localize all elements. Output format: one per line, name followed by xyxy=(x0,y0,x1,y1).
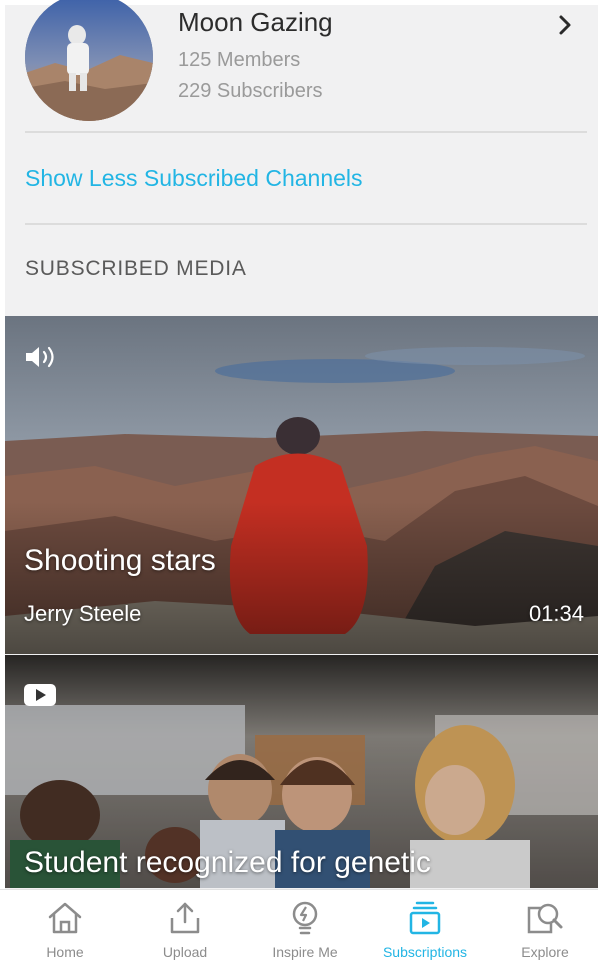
channel-subscribers-count: 229 Subscribers xyxy=(178,80,323,102)
tab-label: Home xyxy=(46,944,84,960)
tab-subscriptions[interactable]: Subscriptions xyxy=(370,890,480,964)
divider xyxy=(25,131,587,133)
tab-label: Upload xyxy=(162,944,208,960)
chevron-right-icon[interactable] xyxy=(553,13,577,37)
tab-inspire-me[interactable]: Inspire Me xyxy=(250,890,360,964)
show-less-subscribed-channels-link[interactable]: Show Less Subscribed Channels xyxy=(25,165,363,192)
home-icon xyxy=(48,902,82,934)
tab-explore[interactable]: Explore xyxy=(490,890,598,964)
tab-label: Explore xyxy=(521,944,569,960)
media-title: Student recognized for genetic xyxy=(24,846,431,879)
media-duration: 01:34 xyxy=(528,601,584,626)
bottom-tab-bar: Home Upload Inspire Me Subscriptions Exp… xyxy=(0,889,598,964)
channel-avatar xyxy=(25,0,153,121)
channel-row-moon-gazing[interactable]: Moon Gazing 125 Members 229 Subscribers xyxy=(5,0,598,133)
media-title: Shooting stars xyxy=(24,544,216,577)
tab-label: Inspire Me xyxy=(272,944,338,960)
tab-home[interactable]: Home xyxy=(10,890,120,964)
upload-icon xyxy=(170,902,200,934)
divider xyxy=(25,223,587,225)
channel-members-count: 125 Members xyxy=(178,49,301,71)
speaker-icon xyxy=(26,346,54,368)
section-heading: SUBSCRIBED MEDIA xyxy=(25,257,247,280)
channel-title: Moon Gazing xyxy=(178,7,333,37)
explore-icon xyxy=(527,903,563,934)
video-play-icon xyxy=(24,684,56,706)
media-card[interactable]: Shooting stars Jerry Steele 01:34 xyxy=(5,316,598,654)
tab-upload[interactable]: Upload xyxy=(130,890,240,964)
tab-label: Subscriptions xyxy=(382,944,468,960)
lightbulb-icon xyxy=(292,901,318,935)
media-card[interactable]: Student recognized for genetic xyxy=(5,655,598,888)
media-author: Jerry Steele xyxy=(24,601,142,626)
subscriptions-icon xyxy=(409,901,441,935)
